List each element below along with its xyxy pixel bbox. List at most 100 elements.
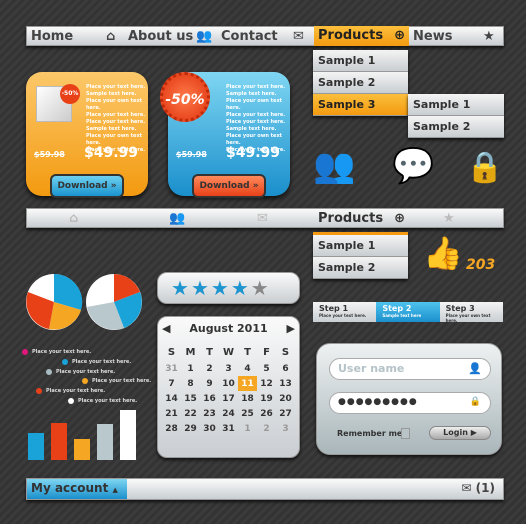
login-button[interactable]: Login ▶ xyxy=(429,426,491,440)
password-field[interactable]: ●●●●●●●●● 🔒 xyxy=(329,392,491,414)
bar xyxy=(28,432,44,460)
users-icon: 👥 xyxy=(313,146,356,186)
pricing-card-orange: -50% Place your text here. Sample text he… xyxy=(26,72,148,198)
star-icon[interactable]: ★ xyxy=(251,276,269,300)
calendar-day[interactable]: 7 xyxy=(162,376,181,391)
legend-item: Place your text here. xyxy=(46,369,115,375)
dropdown-item[interactable]: Sample 1 xyxy=(313,50,408,72)
star-icon[interactable]: ★ xyxy=(443,211,455,226)
calendar-day[interactable]: 13 xyxy=(276,376,295,391)
step-2[interactable]: Step 2 Sample text here xyxy=(376,302,440,322)
dropdown-item[interactable]: Sample 1 xyxy=(313,235,408,257)
star-icon[interactable]: ★ xyxy=(231,276,249,300)
bar-chart xyxy=(28,410,140,460)
calendar-day[interactable]: 18 xyxy=(238,391,257,406)
star-icon: ★ xyxy=(483,28,495,44)
star-rating[interactable]: ★ ★ ★ ★ ★ xyxy=(157,272,300,304)
calendar-day[interactable]: 31 xyxy=(219,421,238,436)
star-icon[interactable]: ★ xyxy=(171,276,189,300)
messages-button[interactable]: ✉ (1) xyxy=(461,481,495,495)
dropdown-item[interactable]: Sample 3 xyxy=(313,94,408,116)
step-subtitle: Place your text here. xyxy=(319,313,367,318)
calendar-day[interactable]: 27 xyxy=(276,406,295,421)
legend-dot xyxy=(36,388,42,394)
star-icon[interactable]: ★ xyxy=(211,276,229,300)
dropdown-item[interactable]: Sample 2 xyxy=(313,72,408,94)
calendar-day[interactable]: 3 xyxy=(276,421,295,436)
calendar-day[interactable]: 12 xyxy=(257,376,276,391)
weekday-label: S xyxy=(167,346,176,358)
calendar-day[interactable]: 10 xyxy=(219,376,238,391)
plus-icon: ⊕ xyxy=(394,28,405,43)
legend-dot xyxy=(22,349,28,355)
calendar-day[interactable]: 28 xyxy=(162,421,181,436)
nav-contact[interactable]: Contact xyxy=(221,29,293,44)
weekday-label: T xyxy=(244,346,251,358)
calendar-day[interactable]: 8 xyxy=(181,376,200,391)
remember-me-checkbox[interactable] xyxy=(401,428,410,439)
discount-badge: -50% xyxy=(60,84,80,104)
calendar-day[interactable]: 29 xyxy=(181,421,200,436)
calendar-day[interactable]: 24 xyxy=(219,406,238,421)
star-icon[interactable]: ★ xyxy=(191,276,209,300)
caret-up-icon: ▲ xyxy=(112,486,118,494)
nav-news[interactable]: News xyxy=(413,29,483,44)
calendar-day[interactable]: 21 xyxy=(162,406,181,421)
calendar-day[interactable]: 2 xyxy=(257,421,276,436)
nav-products[interactable]: Products ⊕ xyxy=(314,211,409,226)
price: $49.99 xyxy=(226,145,281,161)
legend-item: Place your text here. xyxy=(22,349,91,355)
prev-month-button[interactable]: ◀ xyxy=(162,319,170,339)
calendar-day[interactable]: 15 xyxy=(181,391,200,406)
step-title: Step 1 xyxy=(319,304,349,313)
weekday-label: S xyxy=(281,346,290,358)
username-field[interactable]: User name 👤 xyxy=(329,358,491,380)
weekday-label: W xyxy=(222,346,235,358)
calendar-day[interactable]: 16 xyxy=(200,391,219,406)
weekday-label: F xyxy=(263,346,270,358)
calendar-day[interactable]: 2 xyxy=(200,361,219,376)
submenu-item[interactable]: Sample 1 xyxy=(408,94,504,116)
legend-dot xyxy=(68,398,74,404)
calendar-day[interactable]: 26 xyxy=(257,406,276,421)
calendar-day[interactable]: 14 xyxy=(162,391,181,406)
lock-icon: 🔒 xyxy=(469,397,482,407)
envelope-icon[interactable]: ✉ xyxy=(257,211,314,226)
nav-home[interactable]: Home xyxy=(31,29,106,44)
next-month-button[interactable]: ▶ xyxy=(287,319,295,339)
download-button[interactable]: Download » xyxy=(50,174,124,198)
my-account-button[interactable]: My account ▲ xyxy=(27,479,127,499)
old-price: $59.98 xyxy=(176,150,207,159)
calendar-day[interactable]: 4 xyxy=(238,361,257,376)
products-dropdown: Sample 1 Sample 2 Sample 3 xyxy=(313,50,408,116)
discount-starburst: -50% xyxy=(160,72,210,122)
calendar-day[interactable]: 31 xyxy=(162,361,181,376)
calendar-day[interactable]: 1 xyxy=(181,361,200,376)
calendar-day[interactable]: 20 xyxy=(276,391,295,406)
calendar-day[interactable]: 25 xyxy=(238,406,257,421)
steps-bar: Step 1 Place your text here. Step 2 Sample … xyxy=(313,302,503,323)
people-icon[interactable]: 👥 xyxy=(169,211,257,226)
submenu-item[interactable]: Sample 2 xyxy=(408,116,504,138)
download-button[interactable]: Download » xyxy=(192,174,266,198)
calendar-day[interactable]: 3 xyxy=(219,361,238,376)
dropdown-item[interactable]: Sample 2 xyxy=(313,257,408,279)
calendar-day[interactable]: 23 xyxy=(200,406,219,421)
calendar-day[interactable]: 17 xyxy=(219,391,238,406)
step-1[interactable]: Step 1 Place your text here. xyxy=(313,302,377,322)
calendar-day[interactable]: 30 xyxy=(200,421,219,436)
step-3[interactable]: Step 3 Place your own text here. xyxy=(439,302,503,323)
nav-products[interactable]: Products ⊕ xyxy=(314,26,409,46)
calendar-day[interactable]: 6 xyxy=(276,361,295,376)
remember-me-label: Remember me xyxy=(337,429,403,438)
calendar-day[interactable]: 9 xyxy=(200,376,219,391)
calendar-day[interactable]: 1 xyxy=(238,421,257,436)
calendar-day[interactable]: 19 xyxy=(257,391,276,406)
calendar-day[interactable]: 11 xyxy=(238,376,257,391)
calendar-day[interactable]: 22 xyxy=(181,406,200,421)
step-title: Step 3 xyxy=(445,304,475,313)
calendar-day[interactable]: 5 xyxy=(257,361,276,376)
nav-about[interactable]: About us xyxy=(128,29,196,44)
like-icon[interactable]: 👍 xyxy=(423,234,463,272)
home-icon[interactable]: ⌂ xyxy=(69,211,169,226)
